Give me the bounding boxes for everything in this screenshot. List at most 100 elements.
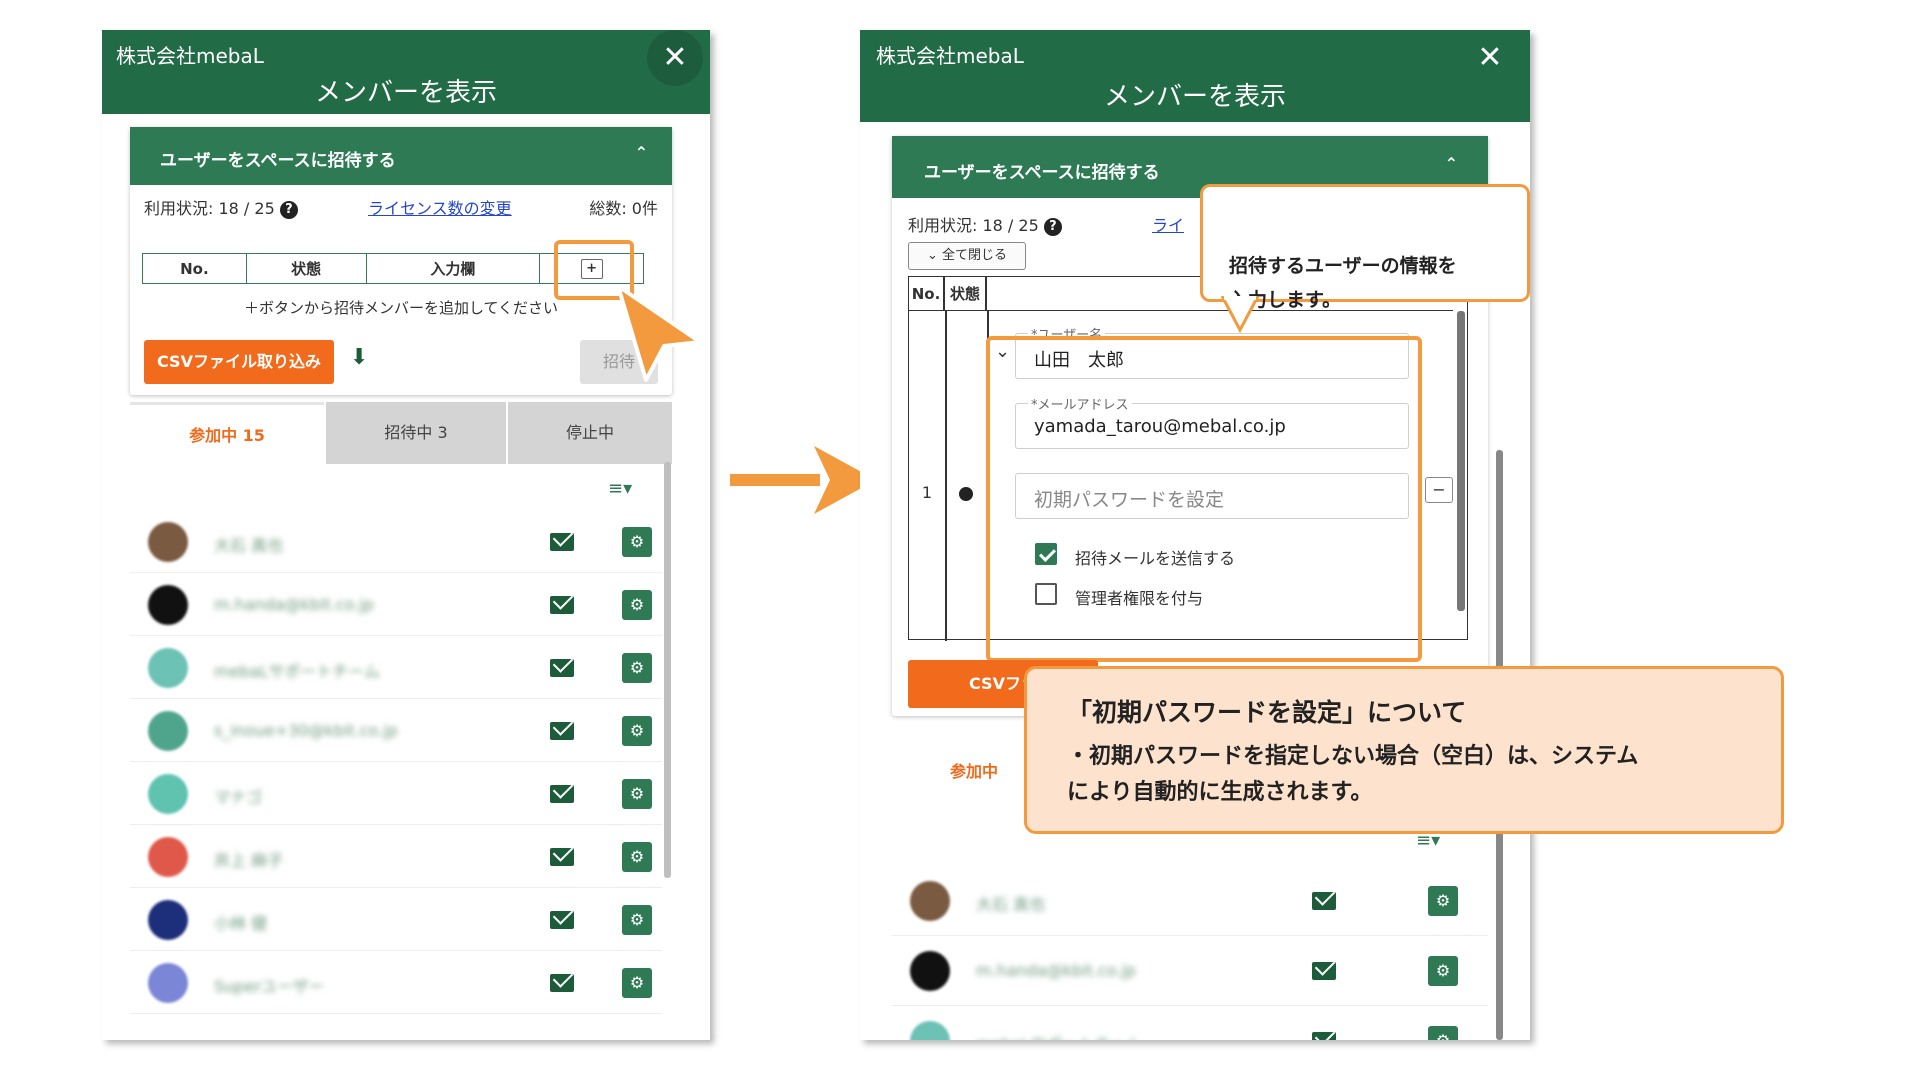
avatar [148, 899, 188, 940]
mail-icon[interactable] [550, 910, 574, 929]
tab-invited[interactable]: 招待中 3 [326, 402, 506, 464]
member-name: s_inoue+30@kbit.co.jp [214, 720, 398, 740]
user-settings-icon[interactable]: ⚙ [622, 715, 652, 746]
member-name: 井上 麻子 [214, 850, 284, 870]
user-settings-icon[interactable]: ⚙ [622, 778, 652, 809]
mail-icon[interactable] [550, 784, 574, 803]
user-settings-icon[interactable]: ⚙ [622, 904, 652, 935]
tab-suspended[interactable]: 停止中 [508, 402, 672, 464]
member-row: 大石 真也 ⚙ [130, 510, 662, 573]
remove-row-button[interactable]: − [1425, 477, 1453, 503]
invite-section-header[interactable]: ユーザーをスペースに招待する ⌃ [130, 127, 672, 185]
left-header: 株式会社mebaL メンバーを表示 ✕ [102, 30, 710, 114]
user-settings-icon[interactable]: ⚙ [622, 652, 652, 683]
mail-icon[interactable] [550, 847, 574, 866]
col-input: 入力欄 [365, 253, 541, 284]
member-list: 大石 真也 ⚙ m.handa@kbit.co.jp ⚙ mebaLサポートチーム ⚙ [892, 866, 1488, 1040]
user-settings-icon[interactable]: ⚙ [1428, 886, 1458, 916]
col-no: No. [909, 277, 945, 311]
member-row: Superユーザー ⚙ [130, 951, 662, 1014]
table-scrollbar[interactable] [1457, 311, 1465, 611]
mail-icon[interactable] [550, 532, 574, 551]
callout-tail-icon [1220, 296, 1260, 334]
row-number: 1 [921, 483, 933, 502]
avatar [148, 836, 188, 877]
close-icon[interactable]: ✕ [647, 30, 703, 86]
member-name: 小林 健 [214, 913, 268, 933]
mail-icon[interactable] [1312, 892, 1336, 910]
tab-active-label[interactable]: 参加中 [950, 758, 998, 782]
filter-icon[interactable]: ≡▾ [608, 478, 632, 499]
tab-active-label: 参加中 15 [189, 426, 265, 445]
member-row: 大石 真也 ⚙ [892, 866, 1488, 936]
transition-arrow-icon [730, 446, 876, 514]
member-row: m.handa@kbit.co.jp ⚙ [892, 936, 1488, 1006]
avatar [148, 710, 188, 751]
csv-import-button[interactable]: CSVファイル取り込み [144, 340, 334, 384]
pointer-arrow-icon [616, 284, 702, 382]
user-settings-icon[interactable]: ⚙ [622, 526, 652, 557]
member-name: mebaLサポートチーム [976, 1031, 1142, 1040]
input-info-callout: 招待するユーザーの情報を 入力します。 [1200, 184, 1530, 311]
member-name: mebaLサポートチーム [214, 661, 380, 681]
close-icon[interactable]: ✕ [1470, 38, 1510, 78]
avatar [910, 881, 950, 921]
help-icon[interactable]: ? [1043, 217, 1062, 236]
member-row: マナゴ ⚙ [130, 762, 662, 825]
usage-text: 利用状況: 18 / 25 [144, 199, 275, 218]
member-row: 井上 麻子 ⚙ [130, 825, 662, 888]
left-panel: 株式会社mebaL メンバーを表示 ✕ ユーザーをスペースに招待する ⌃ 利用状… [102, 30, 710, 1040]
mail-icon[interactable] [1312, 1032, 1336, 1040]
member-name: Superユーザー [214, 976, 325, 996]
col-status: 状態 [245, 253, 367, 284]
user-settings-icon[interactable]: ⚙ [622, 841, 652, 872]
member-row: mebaLサポートチーム ⚙ [130, 636, 662, 699]
input-highlight-frame [986, 336, 1422, 662]
status-dot-icon [959, 487, 973, 501]
user-settings-icon[interactable]: ⚙ [1428, 1026, 1458, 1040]
avatar [148, 584, 188, 625]
chevron-up-icon[interactable]: ⌃ [635, 143, 648, 162]
mail-icon[interactable] [550, 721, 574, 740]
usage-status: 利用状況: 18 / 25 ? [144, 195, 298, 219]
invite-section-title: ユーザーをスペースに招待する [924, 163, 1160, 183]
tab-active[interactable]: 参加中 15 [130, 402, 324, 464]
password-note-title: 「初期パスワードを設定」について [1067, 698, 1467, 727]
company-name: 株式会社mebaL [116, 44, 264, 68]
invite-section-title: ユーザーをスペースに招待する [160, 151, 396, 171]
mail-icon[interactable] [550, 595, 574, 614]
member-row: s_inoue+30@kbit.co.jp ⚙ [130, 699, 662, 762]
password-note-callout: 「初期パスワードを設定」について ・初期パスワードを指定しない場合（空白）は、シ… [1024, 666, 1784, 834]
member-name: m.handa@kbit.co.jp [976, 961, 1136, 980]
chevron-up-icon[interactable]: ⌃ [1445, 154, 1458, 173]
add-hint: ＋ボタンから招待メンバーを追加してください [243, 299, 559, 317]
tab-invited-label: 招待中 3 [384, 423, 448, 442]
right-panel: 株式会社mebaL メンバーを表示 ✕ ユーザーをスペースに招待する ⌃ 利用状… [860, 30, 1530, 1040]
right-header: 株式会社mebaL メンバーを表示 ✕ [860, 30, 1530, 122]
col-divider [945, 311, 947, 641]
member-row: mebaLサポートチーム ⚙ [892, 1006, 1488, 1040]
member-list: 大石 真也 ⚙ m.handa@kbit.co.jp ⚙ mebaLサポートチーム ⚙ s_… [130, 510, 662, 1040]
scrollbar[interactable] [664, 462, 671, 878]
avatar [148, 773, 188, 814]
member-name: 大石 真也 [976, 895, 1046, 914]
mail-icon[interactable] [1312, 962, 1336, 980]
avatar [148, 521, 188, 562]
member-row: 小林 健 ⚙ [130, 888, 662, 951]
usage-text: 利用状況: 18 / 25 [908, 216, 1039, 235]
license-change-link[interactable]: ライ [1152, 212, 1184, 236]
col-status: 状態 [945, 277, 987, 311]
license-change-link[interactable]: ライセンス数の変更 [368, 195, 512, 219]
member-row: m.handa@kbit.co.jp ⚙ [130, 573, 662, 636]
col-no: No. [142, 253, 247, 284]
user-settings-icon[interactable]: ⚙ [622, 589, 652, 620]
user-settings-icon[interactable]: ⚙ [1428, 956, 1458, 986]
avatar [910, 1021, 950, 1040]
mail-icon[interactable] [550, 658, 574, 677]
avatar [148, 647, 188, 688]
download-icon[interactable]: ⬇ [350, 345, 368, 370]
mail-icon[interactable] [550, 973, 574, 992]
collapse-all-button[interactable]: ⌄ 全て閉じる [908, 242, 1026, 270]
help-icon[interactable]: ? [279, 200, 298, 219]
user-settings-icon[interactable]: ⚙ [622, 967, 652, 998]
